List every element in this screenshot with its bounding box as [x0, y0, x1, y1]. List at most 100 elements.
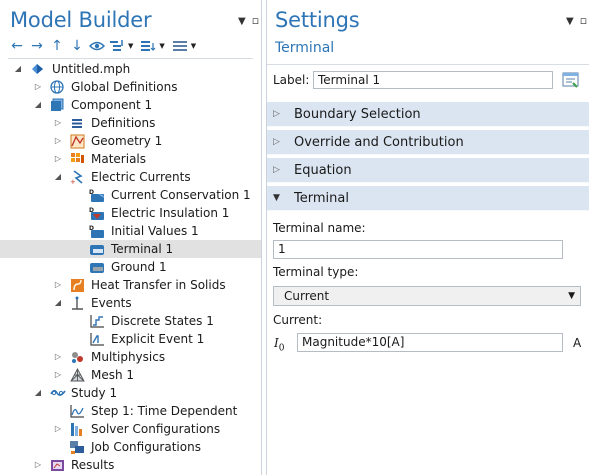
expand-arrow-icon[interactable]: ▷ [53, 366, 63, 384]
tree-label: Materials [91, 152, 147, 166]
terminal-type-select[interactable]: Current ▼ [273, 286, 581, 306]
tree-node-global-definitions[interactable]: ▷ Global Definitions [0, 78, 261, 96]
tree-node-definitions[interactable]: ▷ Definitions [0, 114, 261, 132]
current-field[interactable]: Magnitude*10[A] [297, 333, 563, 352]
time-dependent-icon [69, 404, 84, 418]
back-arrow-icon[interactable]: ← [8, 37, 26, 55]
tree-label: Global Definitions [71, 80, 178, 94]
section-equation[interactable]: ▷ Equation [267, 158, 589, 183]
forward-arrow-icon[interactable]: → [28, 37, 46, 55]
tree-label: Ground 1 [111, 260, 167, 274]
tree-label: Job Configurations [91, 440, 201, 454]
collapse-arrow-icon[interactable]: ◢ [53, 294, 63, 312]
app-window: Model Builder ▼ ▫ ← → ↑ ↓ ▼ ▼ ▼ ◢ Untitl… [0, 0, 589, 475]
tree-node-discrete-states-1[interactable]: Discrete States 1 [0, 312, 261, 330]
tree-node-initial-values-1[interactable]: D Initial Values 1 [0, 222, 261, 240]
section-terminal[interactable]: ▼ Terminal [267, 186, 589, 211]
tree-node-heat-transfer[interactable]: ▷ Heat Transfer in Solids [0, 276, 261, 294]
tree-label: Terminal 1 [111, 242, 174, 256]
tree-label: Electric Insulation 1 [111, 206, 230, 220]
multiphysics-icon [70, 350, 85, 364]
electric-currents-icon: + [70, 170, 85, 186]
tree-label: Multiphysics [91, 350, 166, 364]
tree-node-explicit-event-1[interactable]: Explicit Event 1 [0, 330, 261, 348]
pane-menu-icon[interactable]: ▼ [238, 16, 246, 27]
expand-arrow-icon[interactable]: ▷ [53, 114, 63, 132]
tree-node-study-1[interactable]: ◢ Study 1 [0, 384, 261, 402]
heat-transfer-icon [70, 278, 85, 292]
materials-icon [70, 152, 85, 166]
expand-sections-icon[interactable] [108, 37, 126, 55]
tree-label: Component 1 [71, 98, 153, 112]
chevron-down-icon[interactable]: ▼ [159, 42, 164, 50]
pane-menu-icon[interactable]: ▼ [566, 16, 574, 27]
globe-icon [50, 80, 65, 94]
explicit-event-icon [89, 332, 104, 346]
chevron-down-icon[interactable]: ▼ [128, 42, 133, 50]
header-divider [267, 64, 589, 65]
tree-node-solver-configurations[interactable]: ▷ Solver Configurations [0, 420, 261, 438]
expand-arrow-icon[interactable]: ▷ [53, 420, 63, 438]
terminal-icon [89, 242, 104, 256]
expand-arrow-icon[interactable]: ▷ [33, 78, 43, 96]
tree-label: Solver Configurations [91, 422, 221, 436]
expand-arrow-icon[interactable]: ▷ [53, 150, 63, 168]
tree-node-results[interactable]: ▷ Results [0, 456, 261, 474]
tree-node-untitled[interactable]: ◢ Untitled.mph [0, 60, 261, 78]
node-info-icon[interactable] [561, 70, 581, 90]
list-view-icon[interactable] [171, 37, 189, 55]
terminal-type-value: Current [284, 289, 330, 303]
tree-node-geometry-1[interactable]: ▷ Geometry 1 [0, 132, 261, 150]
model-builder-title: Model Builder [10, 8, 152, 32]
expand-arrow-icon[interactable]: ▷ [53, 276, 63, 294]
boundary-feature-icon: D [89, 206, 104, 220]
tree-label: Results [71, 458, 115, 472]
settings-subtitle: Terminal [275, 40, 335, 56]
move-down-icon[interactable]: ↓ [68, 37, 86, 55]
model-builder-toolbar: ← → ↑ ↓ ▼ ▼ ▼ [8, 36, 200, 56]
domain-feature-icon: D [89, 224, 104, 238]
move-up-icon[interactable]: ↑ [48, 37, 66, 55]
chevron-down-icon[interactable]: ▼ [191, 42, 196, 50]
tree-node-current-conservation-1[interactable]: D Current Conservation 1 [0, 186, 261, 204]
expand-arrow-icon[interactable]: ▷ [33, 456, 43, 474]
tree-node-electric-insulation-1[interactable]: D Electric Insulation 1 [0, 204, 261, 222]
tree-label: Step 1: Time Dependent [91, 404, 238, 418]
collapse-all-icon[interactable] [139, 37, 157, 55]
expand-arrow-icon[interactable]: ▷ [53, 132, 63, 150]
tree-node-component-1[interactable]: ◢ Component 1 [0, 96, 261, 114]
section-title: Equation [294, 163, 352, 178]
tree-node-step-1-time-dependent[interactable]: Step 1: Time Dependent [0, 402, 261, 420]
tree-node-electric-currents[interactable]: ◢ + Electric Currents [0, 168, 261, 186]
show-icon[interactable] [88, 37, 106, 55]
pane-pin-icon[interactable]: ▫ [252, 14, 259, 27]
settings-title: Settings [275, 8, 360, 32]
tree-node-terminal-1[interactable]: Terminal 1 [0, 240, 261, 258]
tree-node-multiphysics[interactable]: ▷ Multiphysics [0, 348, 261, 366]
solver-icon [70, 422, 85, 436]
pane-pin-icon[interactable]: ▫ [580, 14, 587, 27]
expand-arrow-icon[interactable]: ▷ [53, 348, 63, 366]
geometry-icon [70, 134, 85, 149]
current-caption: Current: [273, 313, 323, 327]
tree-node-ground-1[interactable]: Ground 1 [0, 258, 261, 276]
label-field[interactable]: Terminal 1 [313, 71, 553, 89]
settings-pane: Settings ▼ ▫ Terminal Label: Terminal 1 ▷… [266, 0, 589, 475]
model-tree: ◢ Untitled.mph ▷ Global Definitions ◢ Co… [0, 60, 261, 474]
mesh-icon [70, 368, 85, 382]
tree-node-mesh-1[interactable]: ▷ Mesh 1 [0, 366, 261, 384]
section-boundary-selection[interactable]: ▷ Boundary Selection [267, 102, 589, 127]
tree-node-events[interactable]: ◢ Events [0, 294, 261, 312]
collapse-arrow-icon[interactable]: ◢ [13, 60, 23, 78]
collapse-arrow-icon[interactable]: ◢ [53, 168, 63, 186]
events-icon [70, 296, 85, 310]
section-override-contribution[interactable]: ▷ Override and Contribution [267, 130, 589, 155]
tree-node-materials[interactable]: ▷ Materials [0, 150, 261, 168]
collapse-arrow-icon[interactable]: ◢ [33, 384, 43, 402]
tree-node-job-configurations[interactable]: Job Configurations [0, 438, 261, 456]
tree-label: Discrete States 1 [111, 314, 214, 328]
pane-controls: ▼ ▫ [560, 14, 587, 27]
tree-label: Untitled.mph [52, 62, 131, 76]
collapse-arrow-icon[interactable]: ◢ [33, 96, 43, 114]
terminal-name-field[interactable]: 1 [273, 240, 563, 259]
